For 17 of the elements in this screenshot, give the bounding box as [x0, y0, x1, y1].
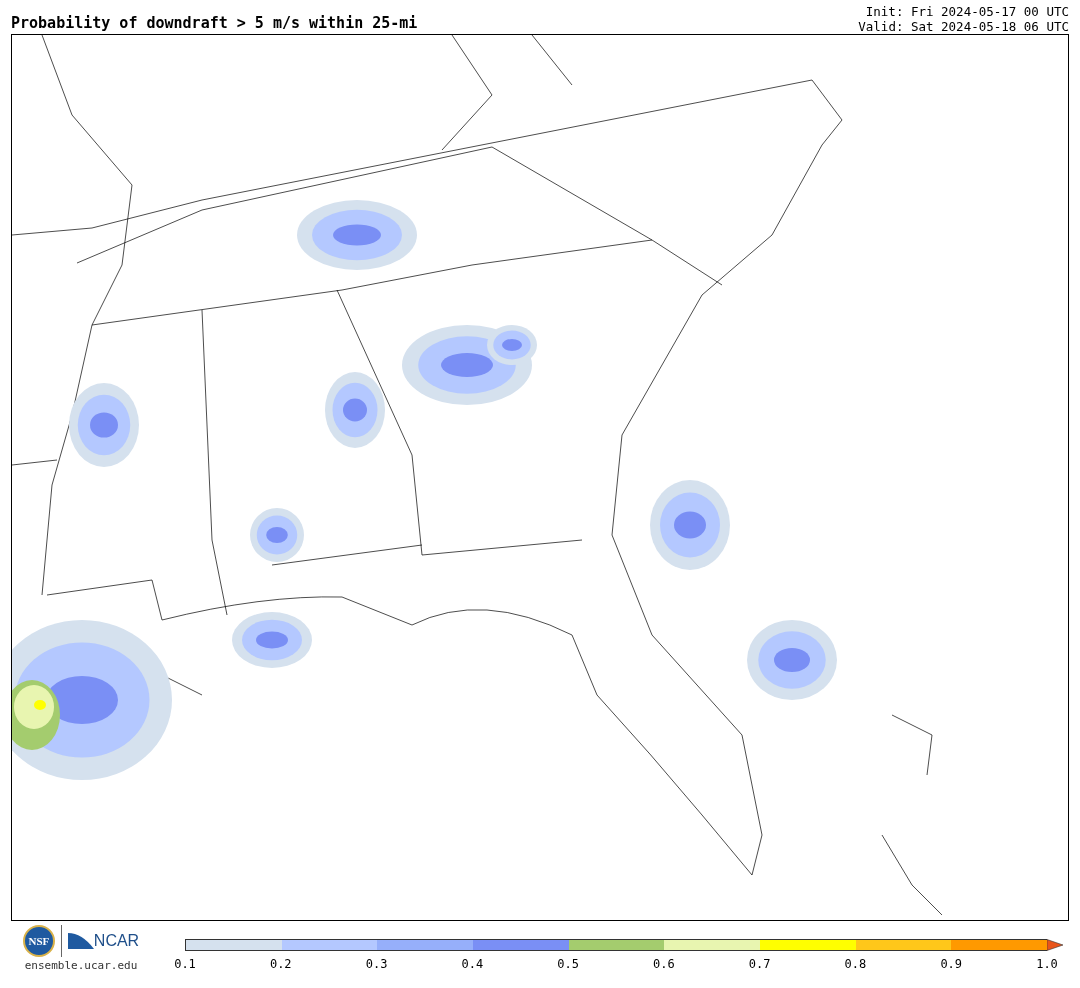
colorbar-tick-label: 0.4 [461, 957, 484, 971]
nsf-seal-logo: NSF [22, 925, 55, 957]
colorbar-tick-label: 0.5 [557, 957, 579, 971]
init-time: Init: Fri 2024-05-17 00 UTC [864, 4, 1069, 19]
valid-time: Valid: Sat 2024-05-18 06 UTC [858, 19, 1069, 34]
ncar-logo: NCAR [93, 932, 140, 950]
colorbar-tick-label: 0.6 [653, 957, 675, 971]
colorbar-tick-label: 0.2 [269, 957, 292, 971]
colorbar-tick-label: 0.8 [844, 957, 867, 971]
colorbar-tick-label: 0.1 [174, 957, 196, 971]
chart-title: Probability of downdraft > 5 m/s within 25-mi [11, 14, 418, 34]
colorbar-tick-label: 0.3 [365, 957, 388, 971]
wave-logo-icon [67, 931, 94, 951]
colorbar-tick-label: 1.0 [1036, 957, 1058, 971]
website-url: ensemble.ucar.edu [24, 959, 138, 972]
colorbar-tick-label: 0.7 [748, 957, 771, 971]
colorbar-tick-label: 0.9 [940, 957, 963, 971]
